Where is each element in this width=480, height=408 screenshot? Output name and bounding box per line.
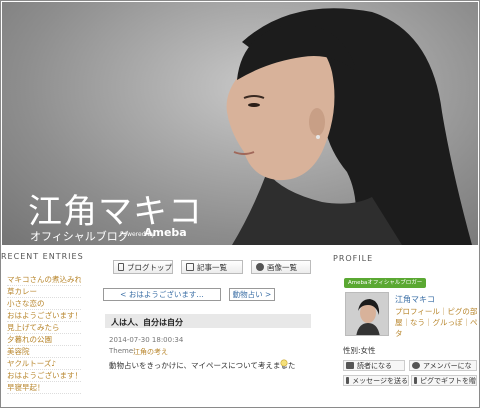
mail-icon (346, 377, 350, 384)
image-list-button[interactable]: 画像一覧 (251, 260, 311, 274)
send-message-button[interactable]: メッセージを送る (343, 375, 409, 386)
avatar-portrait-image (346, 293, 388, 335)
become-reader-button[interactable]: 読者になる (343, 360, 405, 371)
next-entry-button[interactable]: 動物占い > (229, 288, 275, 301)
entry-theme-link[interactable]: 江角の考え (133, 347, 168, 357)
header-portrait-image (226, 8, 472, 245)
gift-icon (414, 377, 417, 384)
recent-entry-link[interactable]: 美容院 (7, 346, 81, 358)
lightbulb-icon (280, 359, 288, 368)
ameba-logo[interactable]: Ameba (144, 226, 187, 239)
camera-icon (256, 263, 264, 271)
amember-button[interactable]: アメンバーにな (409, 360, 477, 371)
avatar[interactable] (345, 292, 389, 336)
profile-name-link[interactable]: 江角マキコ (395, 294, 435, 305)
send-message-label: メッセージを送る (352, 376, 408, 385)
entry-theme-label: Theme: (109, 347, 136, 355)
blog-subtitle: オフィシャルブログ (30, 230, 129, 243)
prev-entry-button[interactable]: < おはようございます… (103, 288, 221, 301)
amember-label: アメンバーにな (423, 361, 472, 370)
recent-entry-link[interactable]: 見上げてみたら (7, 322, 81, 334)
entry-list-button[interactable]: 記事一覧 (181, 260, 243, 274)
list-icon (186, 263, 194, 271)
recent-entry-link[interactable]: おはようございます！ (7, 310, 81, 322)
blog-page: 江角マキコ オフィシャルブログ Powered by Ameba RECENT … (0, 0, 480, 408)
profile-heading: PROFILE (333, 254, 374, 263)
sidebar-left: RECENT ENTRIES マキコさんの煮込みれん 草カレー 小さな恋の おは… (1, 247, 84, 407)
recent-entry-link[interactable]: 草カレー (7, 286, 81, 298)
recent-entries-heading: RECENT ENTRIES (1, 252, 84, 261)
blog-top-label: ブログトップ (127, 262, 172, 272)
document-icon (118, 263, 124, 271)
recent-entry-link[interactable]: 早寝早起！ (7, 382, 81, 394)
recent-entry-link[interactable]: マキコさんの煮込みれん (7, 274, 81, 286)
blog-header[interactable]: 江角マキコ オフィシャルブログ Powered by Ameba (2, 2, 478, 245)
image-list-label: 画像一覧 (267, 262, 297, 272)
recent-entry-link[interactable]: 小さな恋の (7, 298, 81, 310)
profile-links[interactable]: プロフィール｜ピグの部屋｜なう｜グルっぽ｜ペタ (395, 306, 479, 339)
entry-date: 2014-07-30 18:00:34 (109, 336, 184, 344)
recent-entry-link[interactable]: おはようございます！ (7, 370, 81, 382)
blog-top-button[interactable]: ブログトップ (113, 260, 173, 274)
become-reader-label: 読者になる (357, 361, 392, 370)
entry-body-text: 動物占いをきっかけに、マイペースについて考えました (109, 361, 296, 370)
entry-list-label: 記事一覧 (197, 262, 227, 272)
recent-entry-link[interactable]: ヤクルトーズ♪ (7, 358, 81, 370)
profile-gender: 性別:女性 (343, 346, 376, 355)
pigg-gift-label: ピグでギフトを贈 (420, 376, 476, 385)
recent-entry-link[interactable]: 夕暮れの公園 (7, 334, 81, 346)
pigg-gift-button[interactable]: ピグでギフトを贈 (411, 375, 477, 386)
reader-icon (346, 362, 354, 369)
entry-title[interactable]: 人は人、自分は自分 (111, 317, 183, 328)
official-blogger-badge: Amebaオフィシャルブロガー (344, 278, 427, 288)
amember-icon (412, 362, 420, 369)
